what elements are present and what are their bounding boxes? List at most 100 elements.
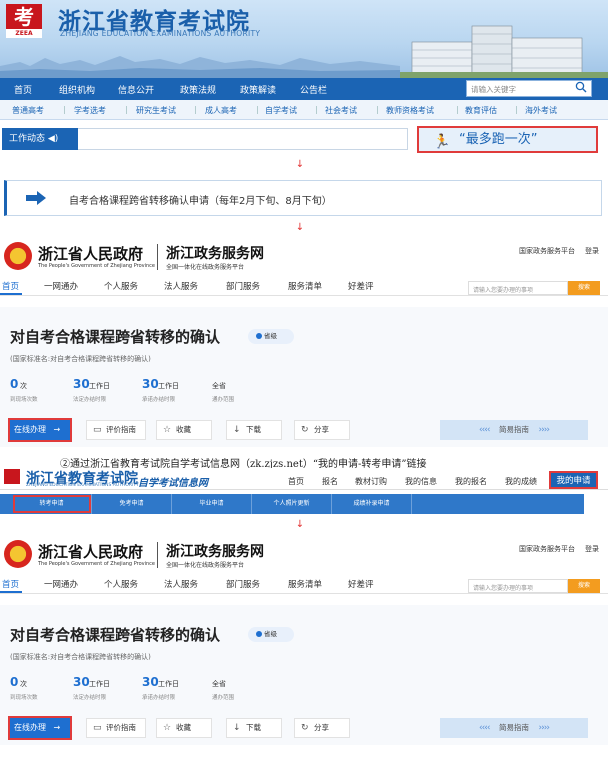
search-icon[interactable] — [572, 81, 590, 96]
national-platform-link[interactable]: 国家政务服务平台 — [519, 544, 575, 554]
nav-item-bulletin[interactable]: 公告栏 — [300, 83, 327, 96]
level-badge: 省级 — [248, 627, 294, 642]
tab-transfer-apply[interactable]: 转考申请 — [12, 494, 92, 514]
arrow-down-icon: ↓ — [295, 519, 305, 530]
zk-nav-textbooks[interactable]: 教材订购 — [355, 476, 387, 487]
gov-nav-department[interactable]: 部门服务 — [226, 578, 260, 590]
national-platform-link[interactable]: 国家政务服务平台 — [519, 246, 575, 256]
tab-exemption-apply[interactable]: 免考申请 — [92, 494, 172, 514]
nav-item-organization[interactable]: 组织机构 — [59, 83, 95, 96]
logo[interactable]: 考 ZEEA — [6, 4, 42, 38]
site-subtitle: ZHEJIANG EDUCATION EXAMINATIONS AUTHORIT… — [60, 29, 261, 38]
subnav-item[interactable]: 研究生考试 — [136, 105, 176, 116]
nav-item-regulations[interactable]: 政策法规 — [180, 83, 216, 96]
evaluate-guide-button[interactable]: ▭ 评价指南 — [86, 718, 146, 738]
divider: | — [194, 105, 197, 114]
login-link[interactable]: 登录 — [585, 544, 599, 554]
service-subtitle: 全国一体化在线政务服务平台 — [166, 562, 245, 569]
gov-nav-onestop[interactable]: 一网通办 — [44, 280, 78, 292]
subnav-item[interactable]: 学考选考 — [74, 105, 106, 116]
subnav-item[interactable]: 自学考试 — [265, 105, 297, 116]
nav-item-disclosure[interactable]: 信息公开 — [118, 83, 154, 96]
divider — [157, 542, 158, 568]
tab-photo-update[interactable]: 个人照片更新 — [252, 494, 332, 514]
zk-nav-myinfo[interactable]: 我的信息 — [405, 476, 437, 487]
gov-portal-section-2: 浙江省人民政府 The People's Government of Zheji… — [0, 534, 608, 746]
download-button[interactable]: ↓ 下载 — [226, 420, 282, 440]
zk-nav-my-apply[interactable]: 我的申请 — [549, 471, 598, 489]
gov-nav-corporate[interactable]: 法人服务 — [164, 280, 198, 292]
zk-nav-myregister[interactable]: 我的报名 — [455, 476, 487, 487]
gov-nav-department[interactable]: 部门服务 — [226, 280, 260, 292]
favorite-button[interactable]: ☆ 收藏 — [156, 420, 212, 440]
simple-guide-button[interactable]: ‹‹‹‹ 简易指南 ›››› — [440, 420, 588, 440]
ticker-label[interactable]: 工作动态 ◀) — [2, 128, 78, 150]
online-apply-button[interactable]: 在线办理 → — [8, 418, 72, 442]
share-button[interactable]: ↻ 分享 — [294, 420, 350, 440]
level-badge-text: 省级 — [264, 332, 277, 340]
subnav-item[interactable]: 成人高考 — [205, 105, 237, 116]
arrow-right-icon: → — [53, 425, 61, 434]
subnav-item[interactable]: 普通高考 — [12, 105, 44, 116]
zk-site-name: 自学考试信息网 — [138, 478, 208, 489]
gov-nav-rating[interactable]: 好差评 — [348, 578, 374, 590]
stat-caption: 到现场次数 — [10, 397, 38, 403]
gov-nav-home[interactable]: 首页 — [2, 578, 19, 590]
tab-score-supplement[interactable]: 成绩补录申请 — [332, 494, 412, 514]
gov-search-button[interactable]: 搜索 — [568, 281, 600, 295]
subnav-item[interactable]: 社会考试 — [325, 105, 357, 116]
evaluate-guide-button[interactable]: ▭ 评价指南 — [86, 420, 146, 440]
tool-label: 收藏 — [176, 723, 191, 732]
stat-caption: 法定办结时限 — [73, 695, 107, 701]
subnav-item[interactable]: 教师资格考试 — [386, 105, 434, 116]
gov-nav-rating[interactable]: 好差评 — [348, 280, 374, 292]
run-once-banner[interactable]: 🏃 “最多跑一次” — [417, 126, 598, 153]
run-once-text: “最多跑一次” — [459, 132, 538, 147]
online-apply-button[interactable]: 在线办理 → — [8, 716, 72, 740]
gov-nav-list[interactable]: 服务清单 — [288, 578, 322, 590]
stat-unit: 工作日 — [158, 382, 179, 390]
simple-guide-label: 简易指南 — [499, 723, 529, 732]
gov-search-input[interactable]: 请输入您要办理的事项 — [468, 281, 568, 295]
gov-search-button[interactable]: 搜索 — [568, 579, 600, 593]
gov-title: 浙江省人民政府 — [38, 245, 144, 263]
gov-nav-onestop[interactable]: 一网通办 — [44, 578, 78, 590]
download-button[interactable]: ↓ 下载 — [226, 718, 282, 738]
subnav-item[interactable]: 教育评估 — [465, 105, 497, 116]
speaker-icon: ◀) — [47, 134, 59, 144]
tab-graduation-apply[interactable]: 毕业申请 — [172, 494, 252, 514]
sub-nav: 普通高考 | 学考选考 | 研究生考试 | 成人高考 | 自学考试 | 社会考试… — [0, 100, 608, 120]
zk-nav-myscore[interactable]: 我的成绩 — [505, 476, 537, 487]
gov-nav-personal[interactable]: 个人服务 — [104, 578, 138, 590]
runner-icon: 🏃 — [433, 134, 451, 150]
simple-guide-button[interactable]: ‹‹‹‹ 简易指南 ›››› — [440, 718, 588, 738]
gov-nav-corporate[interactable]: 法人服务 — [164, 578, 198, 590]
tool-label: 收藏 — [176, 425, 191, 434]
tool-label: 评价指南 — [106, 723, 136, 732]
favorite-button[interactable]: ☆ 收藏 — [156, 718, 212, 738]
gov-nav-home[interactable]: 首页 — [2, 280, 19, 292]
stat-unit: 次 — [20, 382, 27, 390]
active-tab-indicator — [0, 591, 22, 593]
gov-nav-list[interactable]: 服务清单 — [288, 280, 322, 292]
chevron-left-icon: ‹‹‹‹ — [479, 425, 490, 435]
apply-link-row[interactable]: 自考合格课程跨省转移确认申请（每年2月下旬、8月下旬） — [4, 180, 602, 216]
zk-nav-home[interactable]: 首页 — [288, 476, 304, 487]
divider: | — [376, 105, 379, 114]
share-button[interactable]: ↻ 分享 — [294, 718, 350, 738]
logo-abbr: ZEEA — [6, 29, 42, 38]
stat-value: 30 — [73, 675, 90, 689]
tool-label: 分享 — [314, 723, 329, 732]
tool-label: 评价指南 — [106, 425, 136, 434]
login-link[interactable]: 登录 — [585, 246, 599, 256]
gov-nav-personal[interactable]: 个人服务 — [104, 280, 138, 292]
zk-nav-register[interactable]: 报名 — [322, 476, 338, 487]
gov-search-input[interactable]: 请输入您要办理的事项 — [468, 579, 568, 593]
nav-item-interpretation[interactable]: 政策解读 — [240, 83, 276, 96]
subnav-item[interactable]: 海外考试 — [525, 105, 557, 116]
building-image — [400, 25, 608, 78]
share-icon: ↻ — [301, 723, 309, 733]
zk-logo[interactable] — [4, 469, 20, 484]
share-icon: ↻ — [301, 425, 309, 435]
nav-item-home[interactable]: 首页 — [14, 83, 32, 96]
